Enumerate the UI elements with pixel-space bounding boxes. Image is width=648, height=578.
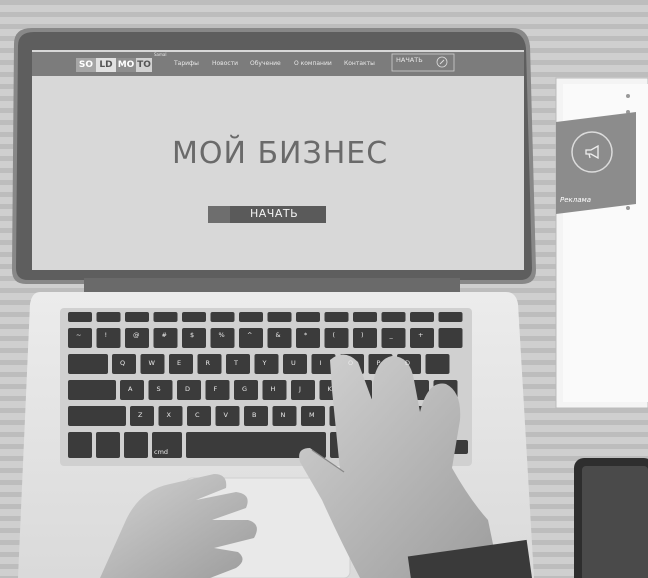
function-key[interactable]	[296, 312, 320, 322]
letter-key-label: G	[242, 385, 248, 393]
header-start-button[interactable]: НАЧАТЬ	[396, 56, 423, 64]
letter-key-label: X	[166, 411, 171, 419]
number-key-label: &	[275, 331, 281, 339]
number-key-label: $	[190, 331, 195, 339]
number-key-label: @	[133, 331, 140, 339]
letter-key[interactable]	[205, 380, 230, 400]
number-key[interactable]	[96, 328, 121, 348]
letter-key-label: Y	[262, 359, 267, 367]
number-key-label: )	[361, 331, 364, 339]
letter-key-label: K	[327, 385, 332, 393]
number-key[interactable]	[296, 328, 320, 348]
letter-key-label: E	[177, 359, 182, 367]
letter-key[interactable]	[226, 354, 250, 374]
function-key[interactable]	[324, 312, 349, 322]
letter-key-label: F	[213, 385, 218, 393]
letter-key-label: Ð	[405, 359, 411, 367]
number-key-label: !	[104, 331, 108, 339]
ctrl-key[interactable]	[96, 432, 120, 458]
letter-key[interactable]	[425, 354, 450, 374]
number-key[interactable]	[324, 328, 349, 348]
scene-illustration	[0, 0, 648, 578]
nav-item-contacts[interactable]: Контакты	[344, 60, 375, 67]
fn-key[interactable]	[68, 432, 92, 458]
tab-key[interactable]	[68, 354, 108, 374]
function-key[interactable]	[239, 312, 263, 322]
letter-key-label: D	[185, 385, 191, 393]
letter-key-label: Z	[138, 411, 143, 419]
hero-title: МОЙ БИЗНЕС	[172, 136, 389, 171]
letter-key-label: V	[223, 411, 228, 419]
pencil-icon	[436, 56, 448, 68]
letter-key-label: J	[299, 385, 301, 393]
letter-key[interactable]	[291, 380, 315, 400]
letter-key-label: A	[128, 385, 133, 393]
photo-scene: Реклама SO LD MO TO Samal Тарифы Новости…	[0, 0, 648, 578]
number-key-label: (	[332, 331, 336, 339]
letter-key-label: C	[195, 411, 200, 419]
number-key[interactable]	[353, 328, 377, 348]
number-key-label: ~	[76, 331, 82, 339]
letter-key-label: I	[319, 359, 322, 367]
nav-item-about[interactable]: О компании	[294, 60, 332, 67]
number-key[interactable]	[381, 328, 406, 348]
number-key-label: _	[389, 331, 393, 339]
letter-key-label: H	[270, 385, 276, 393]
letter-key-label: R	[205, 359, 211, 367]
nav-item-learning[interactable]: Обучение	[250, 60, 281, 67]
logo-segment-2[interactable]: LD	[96, 58, 116, 72]
function-key[interactable]	[410, 312, 434, 322]
ad-card-label: Реклама	[560, 196, 592, 204]
caps-key[interactable]	[68, 380, 116, 400]
letter-key-label: P	[376, 359, 381, 367]
letter-key-label: M	[309, 411, 315, 419]
letter-key[interactable]	[254, 354, 279, 374]
hinge	[84, 278, 460, 292]
cta-start-button[interactable]: НАЧАТЬ	[250, 207, 298, 220]
letter-key-label: Q	[120, 359, 126, 367]
function-key[interactable]	[68, 312, 92, 322]
letter-key-label: U	[291, 359, 296, 367]
logo-segment-3[interactable]: MO	[116, 58, 136, 72]
number-key-label: ^	[247, 331, 253, 339]
letter-key-label: B	[252, 411, 257, 419]
function-key[interactable]	[153, 312, 178, 322]
function-key[interactable]	[267, 312, 292, 322]
megaphone-icon	[583, 142, 603, 162]
letter-key-label: N	[280, 411, 286, 419]
number-key[interactable]	[438, 328, 463, 348]
shift-key[interactable]	[68, 406, 126, 426]
logo-segment-4[interactable]: TO	[136, 58, 152, 72]
number-key-label: #	[161, 331, 167, 339]
number-key-label: +	[418, 331, 424, 339]
logo-segment-1[interactable]: SO	[76, 58, 96, 72]
function-key[interactable]	[125, 312, 149, 322]
function-key[interactable]	[381, 312, 406, 322]
number-key-label: %	[218, 331, 225, 339]
function-key[interactable]	[353, 312, 377, 322]
nav-item-tariffs[interactable]: Тарифы	[174, 60, 199, 67]
letter-key-label: W	[148, 359, 155, 367]
cmd-key-label: cmd	[154, 448, 169, 456]
letter-key-label: S	[156, 385, 161, 393]
letter-key-label: O	[348, 359, 354, 367]
letter-key-label: T	[234, 359, 238, 367]
number-key-label: *	[304, 331, 308, 339]
function-key[interactable]	[96, 312, 121, 322]
smartphone	[574, 458, 648, 578]
function-key[interactable]	[210, 312, 235, 322]
function-key[interactable]	[438, 312, 463, 322]
nav-item-news[interactable]: Новости	[212, 60, 238, 67]
function-key[interactable]	[182, 312, 206, 322]
alt-key[interactable]	[124, 432, 148, 458]
logo-tagline: Samal	[154, 52, 167, 57]
